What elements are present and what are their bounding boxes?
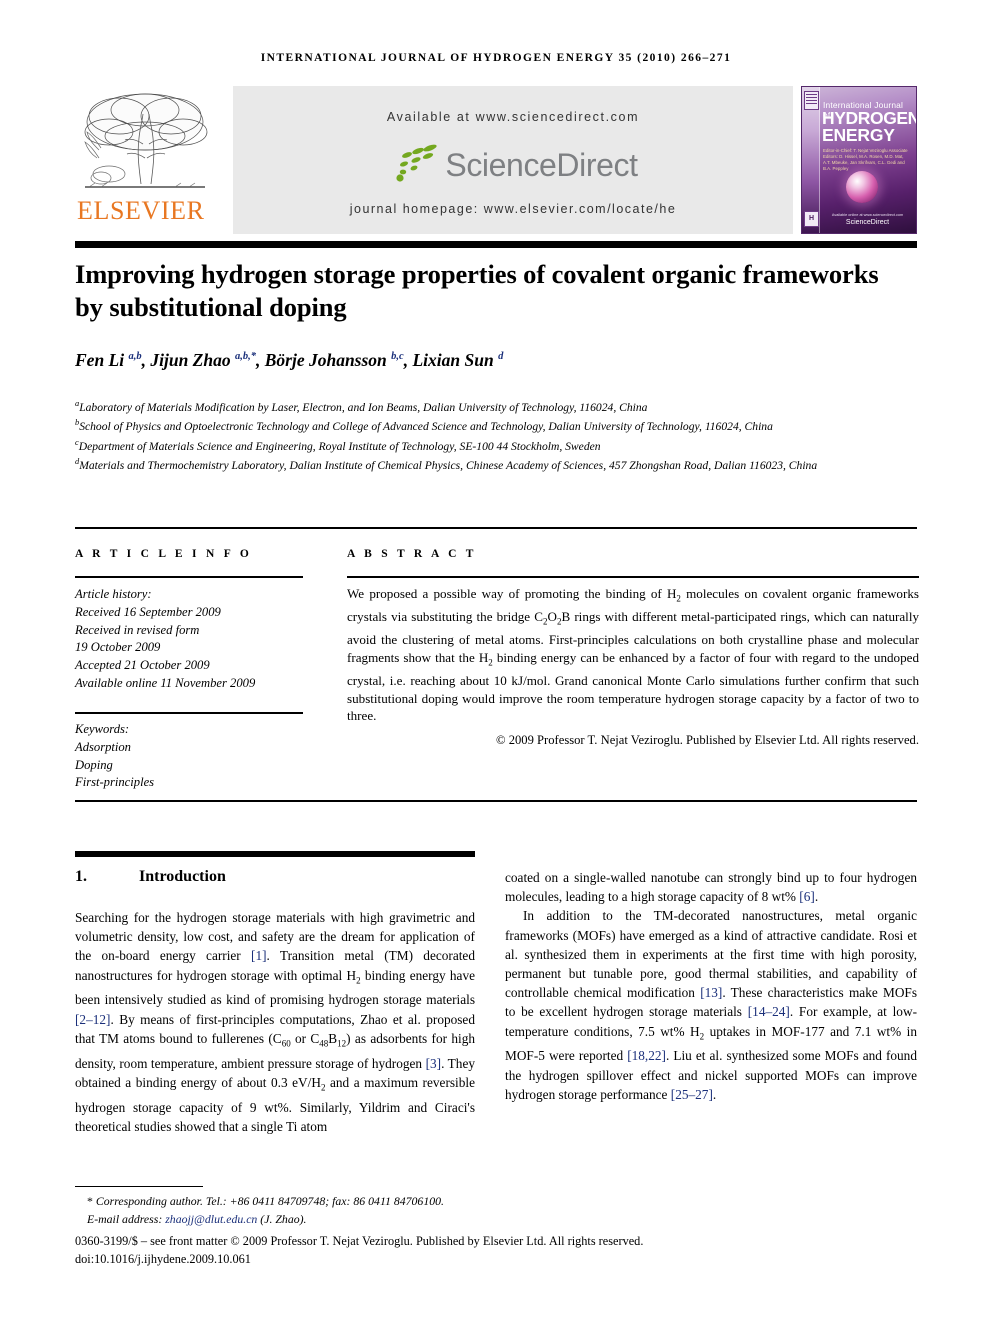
section-title: Introduction bbox=[139, 868, 226, 885]
article-history-block: Article history: Received 16 September 2… bbox=[75, 586, 303, 693]
journal-masthead: ELSEVIER Available at www.sciencedirect.… bbox=[75, 86, 917, 234]
abstract-body-block: We proposed a possible way of promoting … bbox=[347, 585, 919, 748]
email-link[interactable]: zhaojj@dlut.edu.cn bbox=[165, 1212, 257, 1226]
header-divider-rule bbox=[75, 527, 917, 529]
article-info-column: A R T I C L E I N F O bbox=[75, 548, 303, 560]
cover-hydrogen-badge-icon: H bbox=[804, 211, 819, 227]
article-history-item: Accepted 21 October 2009 bbox=[75, 658, 210, 673]
footnote-rule bbox=[75, 1186, 203, 1188]
elsevier-logo-block: ELSEVIER bbox=[75, 86, 233, 234]
article-info-heading: A R T I C L E I N F O bbox=[75, 548, 253, 560]
issn-front-matter-line: 0360-3199/$ – see front matter © 2009 Pr… bbox=[75, 1234, 644, 1249]
abstract-body: We proposed a possible way of promoting … bbox=[347, 586, 920, 724]
keyword-item: Adsorption bbox=[75, 739, 131, 754]
section-heading: 1. Introduction bbox=[75, 868, 475, 886]
email-label: E-mail address: bbox=[87, 1211, 163, 1226]
abstract-bottom-rule bbox=[75, 800, 917, 802]
article-history-item: Received 16 September 2009 bbox=[75, 604, 221, 619]
masthead-bottom-rule bbox=[75, 241, 917, 248]
available-at-text: Available at www.sciencedirect.com bbox=[386, 110, 640, 124]
elsevier-tree-icon bbox=[79, 88, 211, 196]
cover-line-3: ENERGY bbox=[822, 125, 895, 145]
abstract-rule bbox=[347, 576, 919, 578]
article-history-label: Article history: bbox=[75, 587, 152, 601]
journal-cover-block: H International Journal of HYDROGEN ENER… bbox=[793, 86, 917, 234]
elsevier-wordmark: ELSEVIER bbox=[77, 196, 205, 225]
cover-editors: Editor-in-Chief: T. Nejat Veziroglu Asso… bbox=[823, 148, 908, 171]
running-head: International Journal of Hydrogen Energy… bbox=[260, 52, 732, 64]
cover-bottom-note: Available online at www.sciencedirect.co… bbox=[831, 213, 904, 217]
section-rule bbox=[75, 851, 475, 857]
body-right-paragraph-2: In addition to the TM-decorated nanostru… bbox=[505, 908, 917, 1102]
section-number: 1. bbox=[75, 868, 87, 885]
affiliation-list: aLaboratory of Materials Modification by… bbox=[75, 396, 920, 474]
journal-cover-thumbnail: H International Journal of HYDROGEN ENER… bbox=[801, 86, 917, 234]
keywords-items: Adsorption Doping First-principles bbox=[75, 739, 303, 792]
sciencedirect-wordmark: ScienceDirect bbox=[445, 146, 638, 183]
body-column-left: Searching for the hydrogen storage mater… bbox=[75, 910, 476, 1134]
keyword-item: First-principles bbox=[75, 775, 155, 790]
email-note: E-mail address: zhaojj@dlut.edu.cn (J. Z… bbox=[75, 1211, 920, 1229]
article-info-rule bbox=[75, 576, 303, 578]
page-title: Improving hydrogen storage properties of… bbox=[75, 259, 879, 322]
sciencedirect-swoosh-icon bbox=[396, 144, 438, 182]
doi-line: doi:10.1016/j.ijhydene.2009.10.061 bbox=[75, 1252, 251, 1267]
body-right-paragraph-1: coated on a single-walled nanotube can s… bbox=[505, 870, 917, 905]
article-history-item: 19 October 2009 bbox=[75, 640, 161, 655]
sciencedirect-logo: ScienceDirect bbox=[233, 138, 793, 192]
abstract-column: A B S T R A C T bbox=[347, 548, 919, 560]
footnote-block: * Corresponding author. Tel.: +86 0411 8… bbox=[75, 1186, 920, 1268]
keywords-rule bbox=[75, 712, 303, 714]
affiliation-item: dMaterials and Thermochemistry Laborator… bbox=[75, 457, 818, 473]
article-history-item: Available online 11 November 2009 bbox=[75, 675, 256, 690]
journal-homepage-text: journal homepage: www.elsevier.com/locat… bbox=[349, 202, 677, 216]
article-history-item: Received in revised form bbox=[75, 622, 200, 637]
article-page: International Journal of Hydrogen Energy… bbox=[0, 0, 992, 1323]
abstract-heading: A B S T R A C T bbox=[347, 548, 477, 560]
keyword-item: Doping bbox=[75, 757, 113, 772]
affiliation-item: aLaboratory of Materials Modification by… bbox=[75, 399, 648, 414]
keywords-label: Keywords: bbox=[75, 722, 130, 736]
corresponding-author-note: * Corresponding author. Tel.: +86 0411 8… bbox=[87, 1194, 444, 1209]
cover-sciencedirect-label: ScienceDirect bbox=[845, 219, 890, 226]
email-suffix: (J. Zhao). bbox=[260, 1211, 307, 1226]
affiliation-item: bSchool of Physics and Optoelectronic Te… bbox=[75, 418, 773, 434]
abstract-copyright: © 2009 Professor T. Nejat Veziroglu. Pub… bbox=[496, 732, 919, 747]
body-column-right: coated on a single-walled nanotube can s… bbox=[505, 868, 917, 1104]
cover-publisher-mark-icon bbox=[804, 91, 819, 110]
article-history-items: Received 16 September 2009 Received in re… bbox=[75, 604, 303, 693]
author-list: Fen Li a,b, Jijun Zhao a,b,*, Börje Joha… bbox=[75, 350, 504, 370]
sciencedirect-banner: Available at www.sciencedirect.com Scien… bbox=[233, 86, 793, 234]
cover-sphere-graphic bbox=[846, 171, 878, 203]
affiliation-item: cDepartment of Materials Science and Eng… bbox=[75, 437, 601, 453]
keywords-block: Keywords: Adsorption Doping First-principl… bbox=[75, 721, 303, 792]
cover-footer: Available online at www.sciencedirect.co… bbox=[823, 213, 912, 226]
